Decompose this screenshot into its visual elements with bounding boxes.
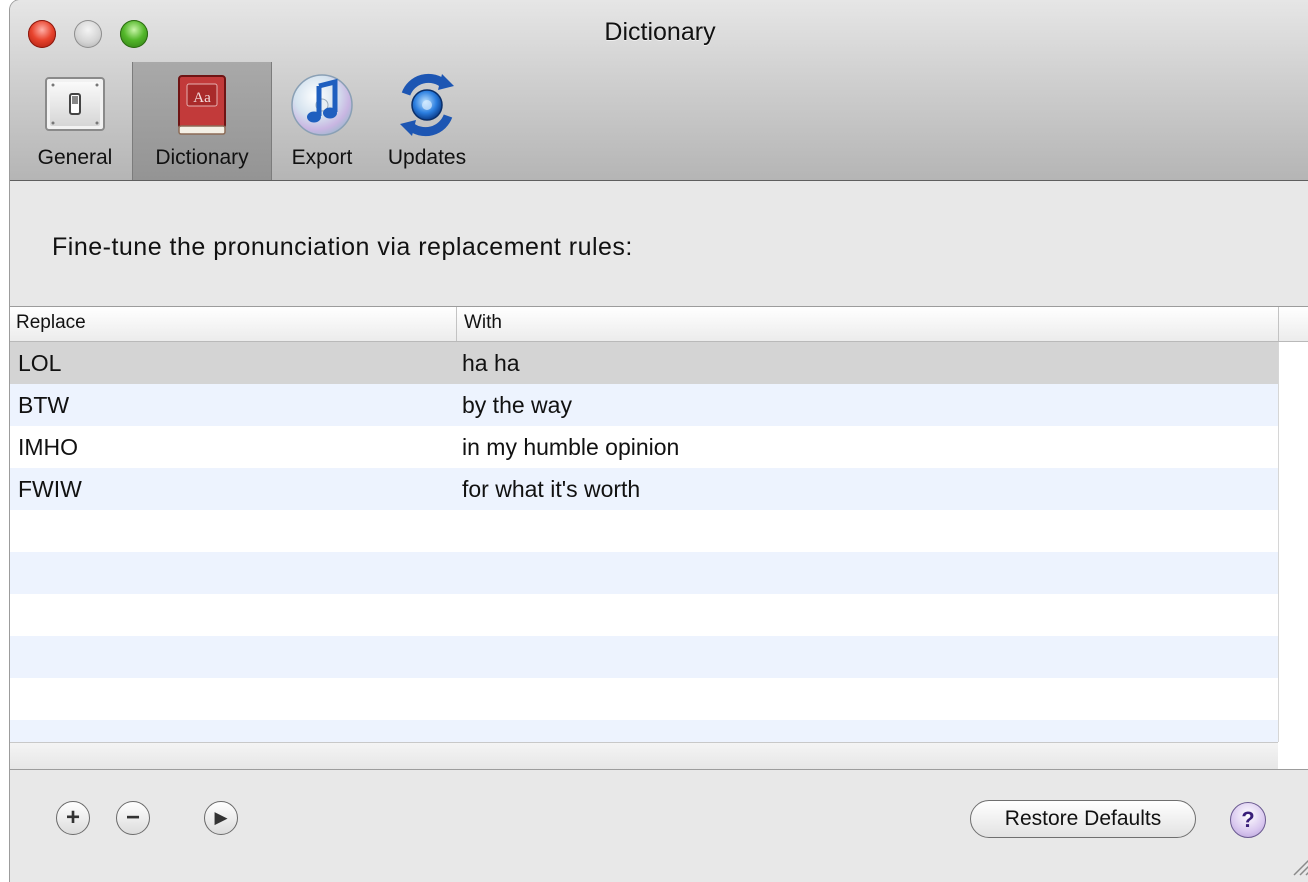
replace-cell[interactable]: IMHO [18,434,78,461]
toolbar-item-general[interactable]: General [20,62,130,180]
vertical-scroll-track[interactable] [1278,342,1308,742]
svg-text:Aa: Aa [193,90,211,106]
horizontal-scroll-track[interactable] [10,742,1278,769]
toolbar-label-export: Export [291,146,353,169]
add-rule-button[interactable]: + [56,801,90,835]
minus-icon: − [125,804,140,831]
instructions-label: Fine-tune the pronunciation via replacem… [52,233,633,261]
table-header: Replace With [10,307,1308,342]
plus-icon: + [65,804,80,831]
replace-cell[interactable]: BTW [18,392,69,419]
help-icon: ? [1241,807,1255,832]
switch-panel-icon [44,72,106,139]
empty-row [10,594,1278,636]
with-cell[interactable]: by the way [462,392,572,419]
preferences-window: Dictionary General Aa Dictionary Export … [10,0,1308,882]
resize-grip-icon[interactable] [1292,856,1308,881]
replace-cell[interactable]: LOL [18,350,61,377]
column-header-with[interactable]: With [464,312,502,334]
table-row[interactable]: FWIW for what it's worth [10,468,1278,510]
empty-row [10,678,1278,720]
play-button[interactable]: ▶ [204,801,238,835]
table-row[interactable]: BTW by the way [10,384,1278,426]
help-button[interactable]: ? [1230,802,1266,838]
itunes-cd-icon [289,72,355,143]
remove-rule-button[interactable]: − [116,801,150,835]
toolbar-label-general: General [37,146,113,169]
title-toolbar: Dictionary General Aa Dictionary Export … [10,0,1308,181]
column-divider [1278,307,1279,341]
column-divider[interactable] [456,307,457,341]
table-row-selected[interactable]: LOL ha ha [10,342,1278,384]
sync-globe-icon [392,72,462,143]
with-cell[interactable]: for what it's worth [462,476,640,503]
restore-defaults-button[interactable]: Restore Defaults [970,800,1196,838]
dictionary-book-icon: Aa [173,72,231,143]
table-body: LOL ha ha BTW by the way IMHO in my humb… [10,342,1278,762]
empty-row [10,636,1278,678]
toolbar-label-dictionary: Dictionary [155,146,249,169]
toolbar-label-updates: Updates [387,146,467,169]
replacement-rules-table[interactable]: Replace With LOL ha ha BTW by the way IM… [10,306,1308,770]
replace-cell[interactable]: FWIW [18,476,82,503]
table-row[interactable]: IMHO in my humble opinion [10,426,1278,468]
window-title: Dictionary [604,18,716,46]
with-cell[interactable]: ha ha [462,350,520,377]
empty-row [10,510,1278,552]
column-header-replace[interactable]: Replace [16,312,86,334]
toolbar-item-dictionary[interactable]: Aa Dictionary [132,62,272,180]
with-cell[interactable]: in my humble opinion [462,434,679,461]
play-icon: ▶ [214,808,228,827]
empty-row [10,552,1278,594]
toolbar-item-export[interactable]: Export [276,62,368,180]
toolbar-item-updates[interactable]: Updates [372,62,482,180]
